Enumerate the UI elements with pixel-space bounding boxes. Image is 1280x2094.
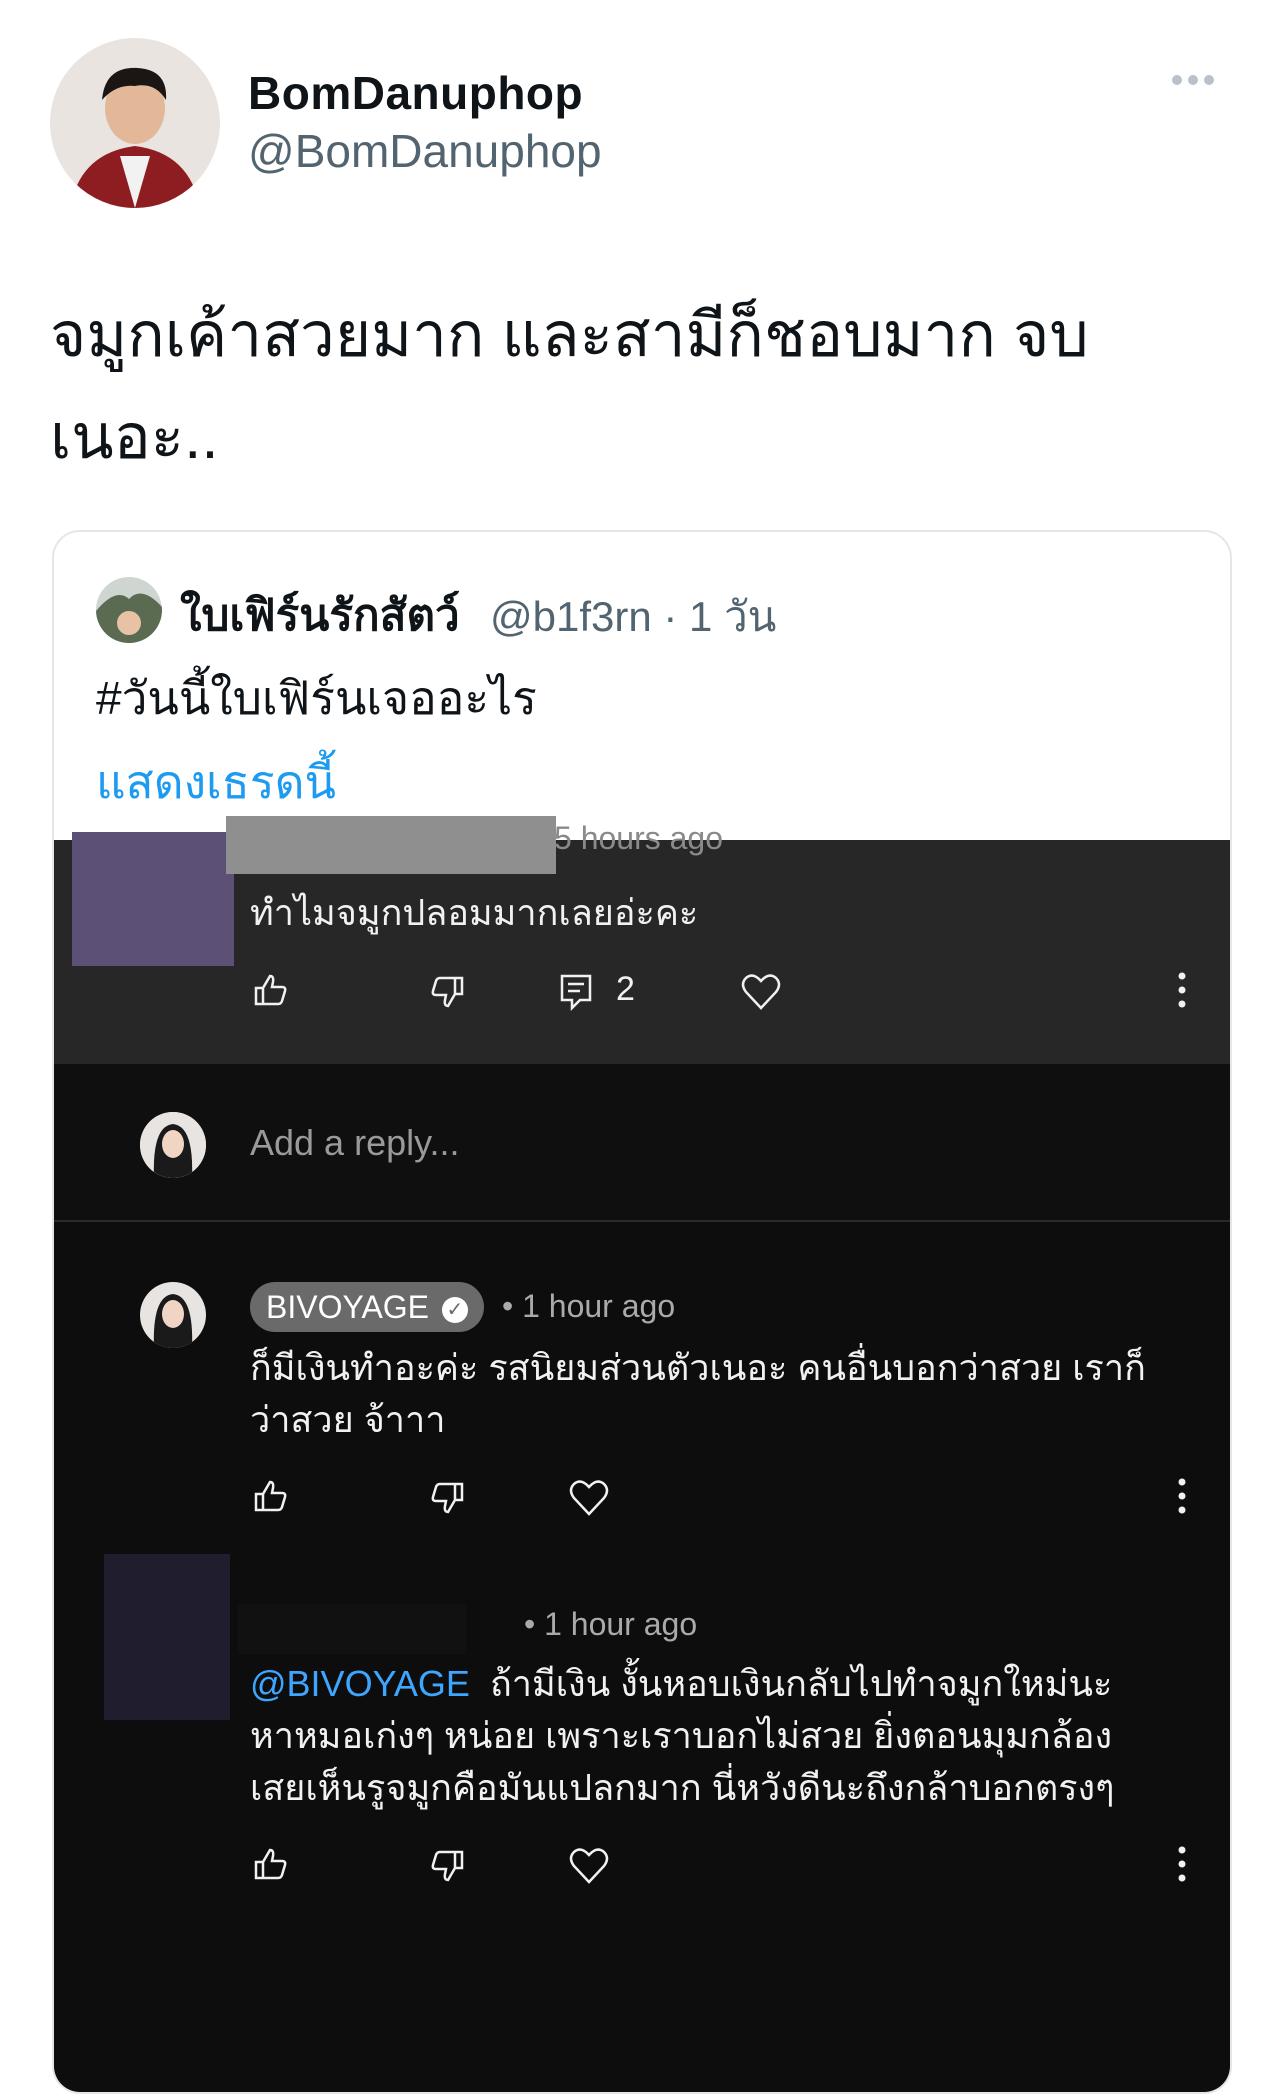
show-thread-link[interactable]: แสดงเธรดนี้: [96, 746, 336, 819]
quoted-text: #วันนี้ใบเฟิร์นเจออะไร: [96, 672, 537, 724]
comment-text-segment: ถ้ามีเงิน งั้นหอบเงินกลับไปทำจมูกใหม่นะ: [489, 1663, 1113, 1704]
tweet-text: จมูกเค้าสวยมาก และสามีก็ชอบมาก จบ เนอะ..: [50, 285, 1190, 489]
author-badge[interactable]: BIVOYAGE ✓: [250, 1282, 484, 1332]
heart-icon[interactable]: [568, 1846, 610, 1886]
quoted-avatar: [96, 577, 162, 643]
author-display-name[interactable]: BomDanuphop: [248, 66, 583, 120]
comment-text-line: เสยเห็นรูจมูกคือมันแปลกมาก นี่หวังดีนะถึ…: [250, 1767, 1115, 1808]
author-name: BIVOYAGE: [266, 1289, 430, 1325]
comment-text: ทำไมจมูกปลอมมากเลยอ่ะคะ: [250, 892, 699, 933]
reply-count-icon[interactable]: [558, 972, 596, 1012]
dislike-icon[interactable]: [428, 972, 468, 1012]
attached-image[interactable]: 5 hours ago ทำไมจมูกปลอมมากเลยอ่ะคะ 2 Ad…: [54, 816, 1230, 2092]
reply-count[interactable]: 2: [616, 970, 635, 1009]
redacted-avatar: [72, 832, 234, 966]
comment-text-line: ว่าสวย จ้าาา: [250, 1399, 446, 1440]
like-icon[interactable]: [250, 1844, 290, 1884]
quoted-handle-time: @b1f3rn · 1 วัน: [490, 593, 777, 640]
comment-time: • 1 hour ago: [502, 1288, 676, 1324]
comment-text-line: ก็มีเงินทำอะค่ะ รสนิยมส่วนตัวเนอะ คนอื่น…: [250, 1347, 1146, 1388]
redacted-avatar: [104, 1554, 230, 1720]
quoted-tweet-card[interactable]: ใบเฟิร์นรักสัตว์ @b1f3rn · 1 วัน #วันนี้…: [52, 530, 1232, 2094]
comment-text: ก็มีเงินทำอะค่ะ รสนิยมส่วนตัวเนอะ คนอื่น…: [250, 1342, 1146, 1446]
quoted-author-name[interactable]: ใบเฟิร์นรักสัตว์: [180, 580, 460, 650]
comment-text: @BIVOYAGE ถ้ามีเงิน งั้นหอบเงินกลับไปทำจ…: [250, 1658, 1114, 1814]
user-avatar: [140, 1112, 206, 1178]
tweet-text-line: เนอะ..: [50, 403, 219, 472]
tweet-text-line: จมูกเค้าสวยมาก และสามีก็ชอบมาก จบ: [50, 301, 1089, 370]
redacted-username: [238, 1604, 466, 1654]
profile-avatar[interactable]: [50, 38, 220, 208]
verified-check-icon: ✓: [441, 1296, 468, 1323]
like-icon[interactable]: [250, 1476, 290, 1516]
like-icon[interactable]: [250, 970, 290, 1010]
comment-menu-icon[interactable]: [1176, 970, 1188, 1010]
reply-input[interactable]: Add a reply...: [250, 1122, 459, 1164]
comment-text-line: หาหมอเก่งๆ หน่อย เพราะเราบอกไม่สวย ยิ่งต…: [250, 1715, 1113, 1756]
more-options-icon[interactable]: [1172, 72, 1222, 92]
heart-icon[interactable]: [740, 972, 782, 1012]
comment-time: • 1 hour ago: [524, 1606, 698, 1642]
reply-row: Add a reply...: [54, 1064, 1230, 1222]
author-handle[interactable]: @BomDanuphop: [248, 124, 602, 178]
dislike-icon[interactable]: [428, 1478, 468, 1518]
mention-link[interactable]: @BIVOYAGE: [250, 1663, 470, 1704]
comment-menu-icon[interactable]: [1176, 1844, 1188, 1884]
heart-icon[interactable]: [568, 1478, 610, 1518]
comment-time: 5 hours ago: [554, 820, 724, 856]
commenter-avatar: [140, 1282, 206, 1348]
comment-menu-icon[interactable]: [1176, 1476, 1188, 1516]
comment-text-line: @BIVOYAGE ถ้ามีเงิน งั้นหอบเงินกลับไปทำจ…: [250, 1658, 1114, 1710]
dislike-icon[interactable]: [428, 1846, 468, 1886]
redacted-username: [226, 816, 556, 874]
